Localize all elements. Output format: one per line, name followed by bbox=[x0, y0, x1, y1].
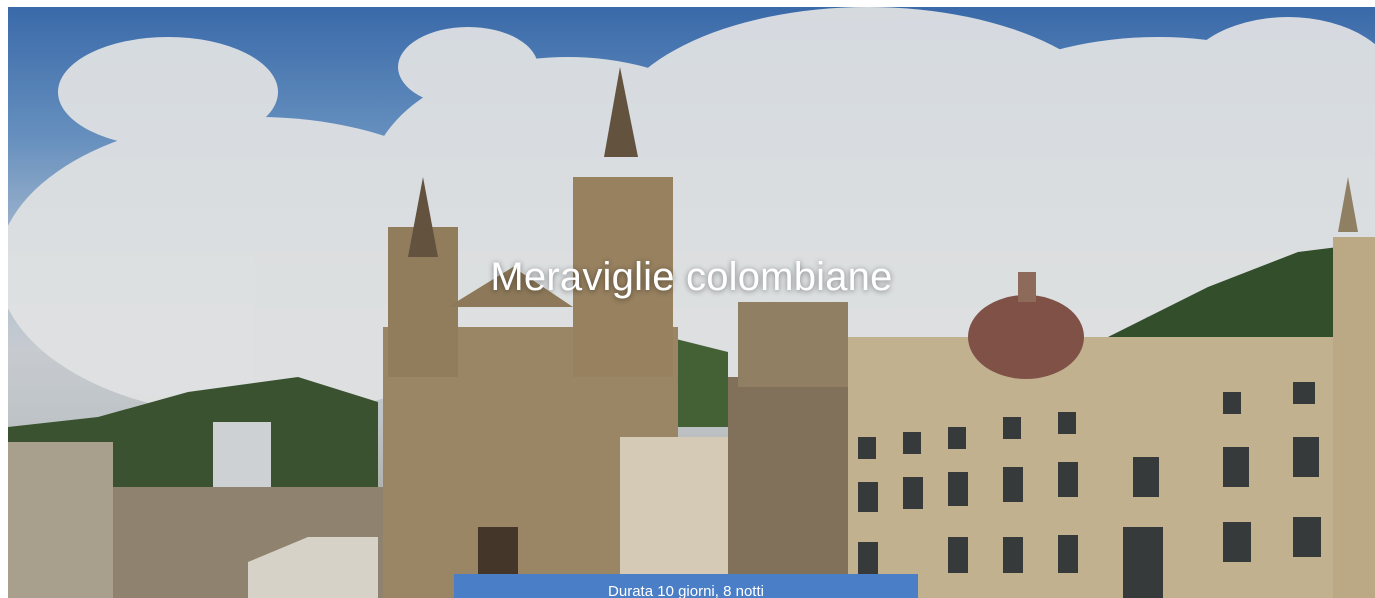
hero-photo bbox=[8, 7, 1375, 598]
page-title: Meraviglie colombiane bbox=[490, 255, 893, 299]
duration-text: Durata 10 giorni, 8 notti bbox=[608, 583, 764, 598]
duration-badge: Durata 10 giorni, 8 notti bbox=[454, 574, 918, 598]
hero-banner: Meraviglie colombiane bbox=[8, 7, 1375, 598]
